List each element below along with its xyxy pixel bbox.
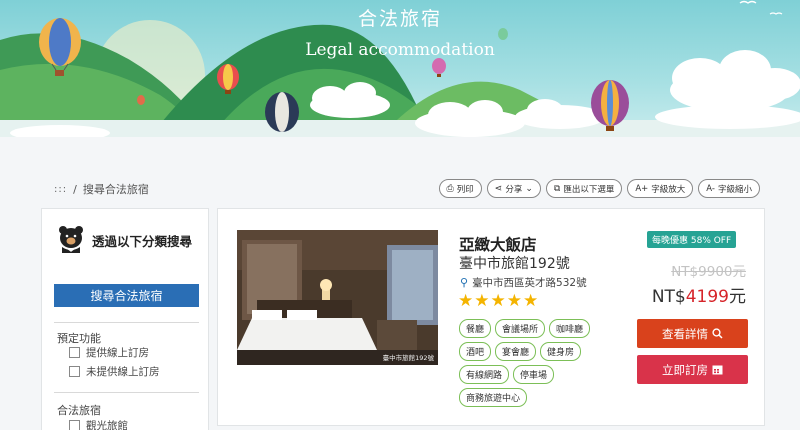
amenity-tag: 咖啡廳 (549, 319, 591, 338)
view-details-button[interactable]: 查看詳情 (637, 319, 748, 348)
address-text: 臺中市西區英才路532號 (472, 277, 587, 289)
amenity-tag: 會議場所 (495, 319, 546, 338)
filter-group-label: 合法旅宿 (57, 404, 101, 417)
amenity-tag: 餐廳 (459, 319, 492, 338)
font-larger-label: 字級放大 (651, 184, 686, 195)
filter-option-label: 觀光旅館 (86, 420, 128, 430)
banner-subtitle: Legal accommodation (305, 40, 495, 60)
filter-option-tourist-hotel[interactable]: 觀光旅館 (69, 418, 128, 430)
sidebar-heading: 透過以下分類搜尋 (92, 234, 193, 249)
hotel-name[interactable]: 亞緻大飯店 (459, 233, 537, 255)
divider (54, 322, 199, 323)
print-label: 列印 (456, 184, 474, 195)
font-larger-prefix: A+ (635, 183, 649, 194)
discount-badge: 每晚優惠 58% OFF (647, 231, 737, 248)
amenity-tag: 宴會廳 (495, 342, 537, 361)
export-label: 匯出以下選單 (563, 184, 615, 195)
checkbox[interactable] (69, 347, 80, 358)
breadcrumb-separator: / (73, 182, 77, 196)
photo-caption: 臺中市旅館192號 (382, 354, 434, 362)
price-amount: 4199 (685, 287, 729, 307)
share-label: 分享 (505, 184, 523, 195)
map-pin-icon: ⚲ (460, 276, 469, 289)
hotel-address: ⚲ 臺中市西區英才路532號 (460, 275, 587, 290)
divider (54, 392, 199, 393)
filter-option-label: 未提供線上訂房 (86, 366, 160, 378)
filter-option-no-online-booking[interactable]: 未提供線上訂房 (69, 364, 160, 379)
checkbox[interactable] (69, 420, 80, 430)
export-button[interactable]: ⧉ 匯出以下選單 (545, 179, 623, 198)
breadcrumb-current: 搜尋合法旅宿 (82, 183, 149, 196)
breadcrumb-home-link[interactable]: ::: (54, 184, 67, 195)
calendar-icon (712, 365, 723, 375)
amenity-tags: 餐廳 會議場所 咖啡廳 酒吧 宴會廳 健身房 有線網路 停車場 商務旅遊中心 (459, 319, 609, 407)
search-icon (712, 328, 723, 339)
star-icon: ★ (474, 291, 490, 311)
star-rating: ★ ★ ★ ★ ★ (458, 293, 538, 310)
amenity-tag: 有線網路 (459, 365, 510, 384)
filter-sidebar: 透過以下分類搜尋 搜尋合法旅宿 預定功能 提供線上訂房 未提供線上訂房 合法旅宿… (41, 208, 209, 430)
export-icon: ⧉ (553, 183, 561, 194)
view-details-label: 查看詳情 (662, 326, 708, 341)
font-smaller-button[interactable]: A- 字級縮小 (698, 179, 760, 198)
book-now-button[interactable]: 立即訂房 (637, 355, 748, 384)
filter-option-online-booking[interactable]: 提供線上訂房 (69, 345, 149, 360)
book-now-label: 立即訂房 (662, 362, 708, 377)
hotel-room-image (237, 230, 438, 365)
font-larger-button[interactable]: A+ 字級放大 (627, 179, 694, 198)
amenity-tag: 酒吧 (459, 342, 492, 361)
filter-group-label: 預定功能 (57, 332, 101, 345)
amenity-tag: 健身房 (540, 342, 582, 361)
chevron-down-icon: ⌄ (525, 183, 533, 194)
amenity-tag: 商務旅遊中心 (459, 388, 528, 407)
hero-banner: 合法旅宿 Legal accommodation (0, 0, 800, 137)
original-price: NT$9900元 (671, 264, 746, 280)
banner-title: 合法旅宿 (357, 8, 442, 30)
print-icon: ⎙ (446, 183, 454, 194)
font-smaller-prefix: A- (706, 183, 715, 194)
font-smaller-label: 字級縮小 (717, 184, 752, 195)
hotel-result-card: 臺中市旅館192號 亞緻大飯店 臺中市旅館192號 ⚲ 臺中市西區英才路532號… (217, 208, 765, 426)
share-icon: ⋖ (494, 183, 503, 194)
bear-mascot-icon (59, 226, 83, 253)
star-icon: ★ (523, 291, 539, 311)
current-price: NT$4199元 (652, 282, 746, 307)
print-button[interactable]: ⎙ 列印 (438, 179, 482, 198)
price-suffix: 元 (729, 287, 746, 307)
share-button[interactable]: ⋖ 分享 ⌄ (486, 179, 541, 198)
amenity-tag: 停車場 (513, 365, 555, 384)
search-legal-accommodation-button[interactable]: 搜尋合法旅宿 (54, 284, 199, 307)
price-prefix: NT$ (651, 287, 686, 307)
hotel-registration: 臺中市旅館192號 (459, 256, 570, 272)
hotel-photo[interactable]: 臺中市旅館192號 (237, 230, 438, 365)
filter-option-label: 提供線上訂房 (86, 347, 149, 359)
star-icon: ★ (458, 291, 474, 311)
star-icon: ★ (506, 291, 522, 311)
star-icon: ★ (490, 291, 506, 311)
page-tools: ⎙ 列印 ⋖ 分享 ⌄ ⧉ 匯出以下選單 A+ 字級放大 A- 字級縮小 (438, 179, 760, 198)
checkbox[interactable] (69, 366, 80, 377)
breadcrumb: ::: / 搜尋合法旅宿 (54, 181, 149, 197)
